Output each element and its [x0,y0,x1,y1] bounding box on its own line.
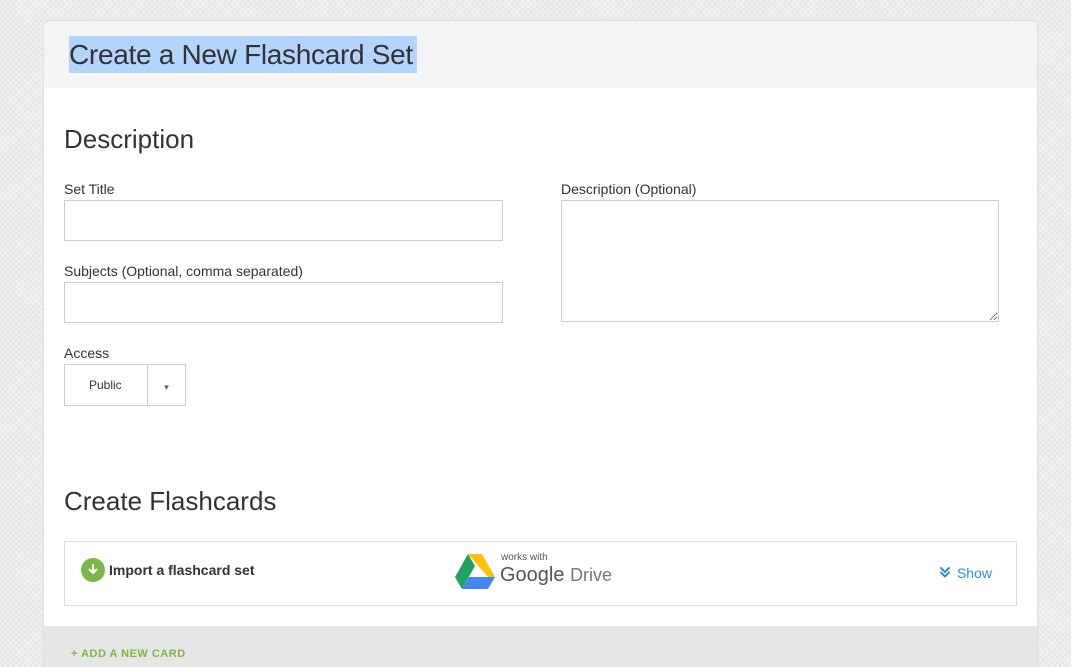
form-footer: + ADD A NEW CARD [44,626,1037,667]
description-label: Description (Optional) [561,181,697,197]
description-heading: Description [64,124,195,154]
double-chevron-down-icon[interactable] [939,566,951,580]
flashcard-set-form: Create a New Flashcard Set Description S… [44,21,1037,667]
set-title-label: Set Title [64,181,115,197]
access-select[interactable]: Public ▼ [64,364,186,406]
google-drive-icon [455,554,495,589]
download-icon[interactable] [81,558,105,582]
works-with-text: works with [501,552,548,563]
add-new-card-button[interactable]: + ADD A NEW CARD [71,648,186,660]
page-title: Create a New Flashcard Set [69,36,417,73]
import-flashcard-set-link[interactable]: Import a flashcard set [109,562,255,578]
create-flashcards-heading: Create Flashcards [64,486,277,516]
set-title-input[interactable] [64,200,503,241]
import-panel: Import a flashcard set works with Google… [64,541,1017,606]
dropdown-arrow-icon[interactable]: ▼ [147,365,185,405]
show-import-toggle[interactable]: Show [939,565,992,581]
form-header: Create a New Flashcard Set [44,21,1037,88]
google-drive-badge: works with Google Drive [455,552,615,592]
show-label[interactable]: Show [957,565,992,581]
access-label: Access [64,345,110,361]
description-textarea[interactable] [561,200,999,322]
access-selected-value: Public [89,378,122,392]
google-text: Google [500,564,565,586]
subjects-label: Subjects (Optional, comma separated) [64,263,303,279]
subjects-input[interactable] [64,282,503,323]
google-drive-wordmark: Google Drive [500,564,612,587]
drive-text: Drive [570,565,613,585]
